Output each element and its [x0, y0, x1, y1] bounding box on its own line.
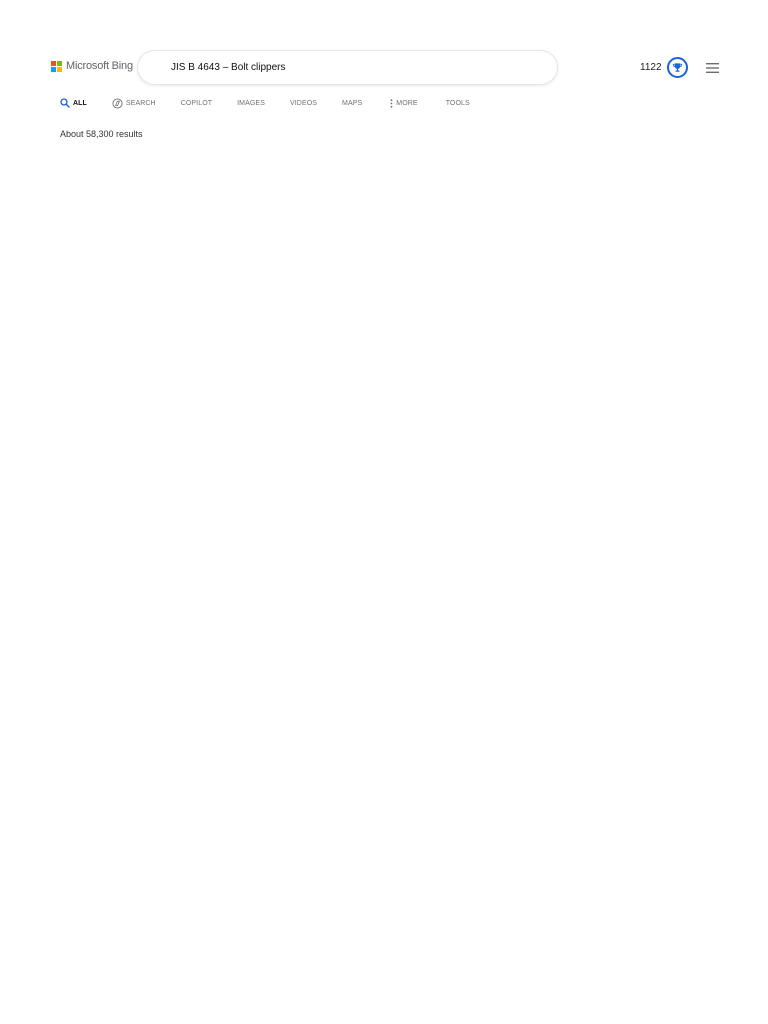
tab-label: MORE [396, 99, 418, 107]
bing-logo[interactable]: Microsoft Bing [51, 60, 133, 72]
rewards-button[interactable]: 1122 [640, 57, 688, 78]
header: Microsoft Bing 1122 [0, 51, 768, 85]
more-vertical-icon [390, 98, 393, 108]
hamburger-menu-icon[interactable] [706, 61, 720, 73]
tab-more[interactable]: MORE [390, 98, 418, 108]
tab-label: IMAGES [237, 99, 265, 107]
microsoft-logo-icon [51, 60, 62, 72]
search-input[interactable] [171, 57, 541, 78]
tab-label: TOOLS [445, 99, 470, 107]
tab-label: COPILOT [180, 99, 213, 107]
tab-copilot[interactable]: COPILOT [181, 100, 212, 107]
tab-label: VIDEOS [289, 99, 318, 107]
tab-images[interactable]: IMAGES [237, 100, 265, 107]
tab-label: SEARCH [125, 99, 156, 107]
tab-label: ALL [73, 99, 87, 107]
search-box[interactable] [138, 51, 557, 84]
logo-text: Microsoft Bing [66, 60, 133, 72]
tab-tools[interactable]: TOOLS [446, 100, 470, 107]
bing-results-page: Microsoft Bing 1122 [0, 0, 768, 1024]
tab-all[interactable]: ALL [60, 98, 87, 108]
tab-maps[interactable]: MAPS [342, 100, 362, 107]
rewards-points: 1122 [640, 62, 662, 73]
trophy-icon [666, 57, 688, 78]
search-icon [60, 98, 70, 108]
results-count: About 58,300 results [60, 129, 143, 139]
scope-tabs: ALL SEARCH COPILOT IMAGES VIDEOS MAPS MO… [60, 96, 470, 110]
tab-search[interactable]: SEARCH [112, 97, 156, 109]
copilot-search-icon [112, 97, 123, 109]
tab-label: MAPS [342, 99, 363, 107]
tab-videos[interactable]: VIDEOS [290, 100, 317, 107]
